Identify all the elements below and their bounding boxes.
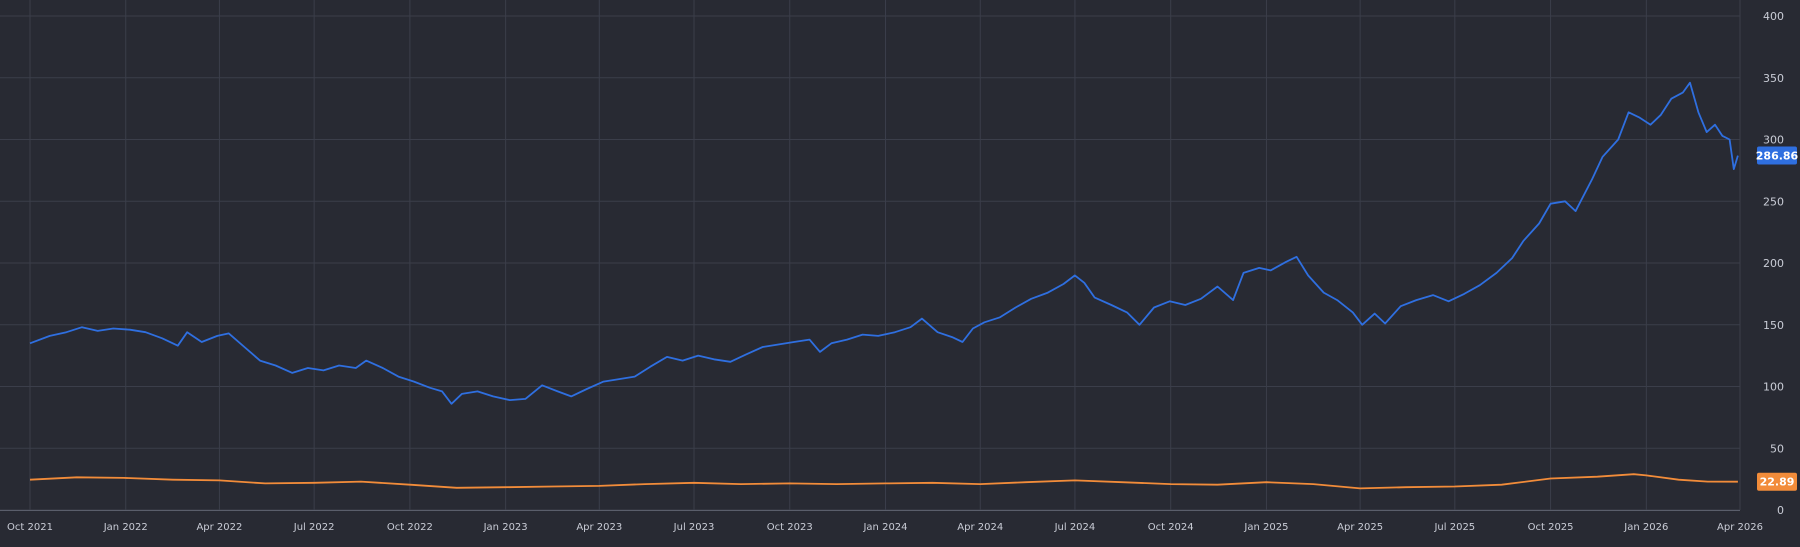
x-tick-label: Oct 2025: [1528, 522, 1574, 533]
last-value-badge-blue: 286.86: [1756, 146, 1799, 165]
x-tick-label: Apr 2024: [957, 522, 1003, 533]
badge-label: 286.86: [1756, 150, 1799, 163]
x-tick-label: Jan 2024: [862, 522, 907, 533]
x-tick-label: Jan 2026: [1623, 522, 1668, 533]
y-tick-label: 200: [1763, 257, 1784, 270]
y-tick-label: 300: [1763, 134, 1784, 147]
x-tick-label: Apr 2023: [576, 522, 622, 533]
price-chart: 0 50 100 150 200 250 300 350 400 Oct 2021 Jan 2022…: [0, 0, 1800, 543]
chart-canvas: 0 50 100 150 200 250 300 350 400 Oct 2021 Jan 2022…: [0, 0, 1799, 533]
axes: 0 50 100 150 200 250 300 350 400 Oct 2021 Jan 2022…: [0, 10, 1784, 533]
y-tick-label: 250: [1763, 195, 1784, 208]
x-tick-label: Oct 2024: [1148, 522, 1194, 533]
y-tick-label: 0: [1777, 504, 1784, 517]
x-tick-label: Jan 2023: [483, 522, 528, 533]
badge-label: 22.89: [1760, 476, 1795, 489]
x-tick-label: Oct 2021: [7, 522, 53, 533]
series-lines: [29, 81, 1739, 490]
y-tick-label: 50: [1770, 442, 1784, 455]
x-tick-label: Jul 2022: [293, 522, 335, 533]
y-tick-label: 350: [1763, 72, 1784, 85]
y-tick-label: 100: [1763, 381, 1784, 394]
x-tick-label: Jan 2022: [103, 522, 148, 533]
x-tick-label: Jul 2024: [1054, 522, 1096, 533]
last-value-badge-orange: 22.89: [1757, 472, 1797, 491]
y-tick-label: 150: [1763, 319, 1784, 332]
x-tick-label: Apr 2025: [1337, 522, 1383, 533]
series-line-blue: [29, 81, 1739, 405]
x-tick-label: Jan 2025: [1243, 522, 1288, 533]
x-tick-label: Jul 2023: [673, 522, 715, 533]
series-line-orange: [29, 473, 1738, 490]
x-tick-label: Apr 2022: [196, 522, 242, 533]
grid-lines: [0, 0, 1741, 511]
x-tick-label: Oct 2022: [387, 522, 433, 533]
x-tick-label: Apr 2026: [1717, 522, 1763, 533]
y-tick-label: 400: [1763, 10, 1784, 23]
x-tick-label: Oct 2023: [767, 522, 813, 533]
x-tick-label: Jul 2025: [1433, 522, 1475, 533]
